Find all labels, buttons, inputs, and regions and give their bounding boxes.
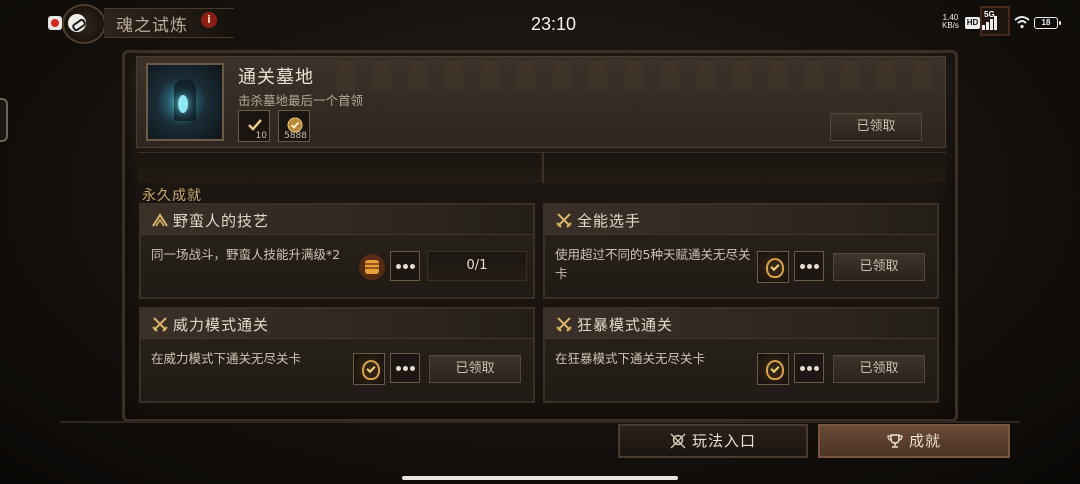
- claimed-button[interactable]: 已领取: [429, 355, 521, 383]
- status-bar: 魂之试炼 i 23:10 1.40 KB/s HD 5G 18: [0, 0, 1080, 48]
- window-title: 魂之试炼: [116, 16, 188, 36]
- header-claimed-button[interactable]: 已领取: [830, 113, 922, 141]
- card-header: 威力模式通关: [141, 309, 533, 339]
- card-title: 威力模式通关: [173, 316, 270, 334]
- card-description: 在威力模式下通关无尽关卡: [151, 351, 302, 366]
- achievement-card: 威力模式通关 在威力模式下通关无尽关卡 已领取: [139, 307, 535, 403]
- card-title: 野蛮人的技艺: [173, 212, 270, 230]
- side-drawer-handle[interactable]: [0, 98, 8, 142]
- more-options-button[interactable]: [794, 353, 824, 383]
- crossed-swords-icon: [152, 317, 168, 332]
- claimed-button[interactable]: 已领取: [833, 253, 925, 281]
- progress-counter: 0/1: [427, 251, 527, 281]
- more-options-button[interactable]: [390, 353, 420, 383]
- header-title: 通关墓地: [238, 67, 314, 88]
- barbarian-axes-icon: [152, 213, 168, 227]
- link-icon: [68, 14, 86, 32]
- more-options-button[interactable]: [794, 251, 824, 281]
- tomb-portrait-image: [146, 63, 224, 141]
- bottom-divider: [60, 421, 1020, 423]
- reward-slot[interactable]: 10: [238, 110, 270, 142]
- reward-count: 5888: [284, 131, 307, 141]
- card-title: 狂暴模式通关: [577, 316, 674, 334]
- card-title: 全能选手: [577, 212, 642, 230]
- hd-icon: HD: [965, 17, 980, 29]
- network-speed-unit: KB/s: [942, 21, 959, 30]
- crossed-swords-icon: [556, 213, 572, 228]
- screen-record-icon: [48, 16, 62, 30]
- card-description: 同一场战斗，野蛮人技能升满级*2: [151, 247, 341, 262]
- card-header: 狂暴模式通关: [545, 309, 937, 339]
- card-description: 在狂暴模式下通关无尽关卡: [555, 351, 706, 366]
- achievement-card: 野蛮人的技艺 同一场战斗，野蛮人技能升满级*2 0/1: [139, 203, 535, 299]
- section-label: 永久成就: [142, 188, 202, 204]
- header-description: 击杀墓地最后一个首领: [238, 93, 364, 108]
- tab-achievements[interactable]: 成就: [818, 424, 1010, 458]
- tab-gameplay-entry[interactable]: 玩法入口: [618, 424, 808, 458]
- fist-flame-icon[interactable]: [355, 251, 389, 283]
- reward-count: 10: [255, 131, 267, 141]
- skull-crossbones-icon: [670, 433, 686, 449]
- achievement-card: 狂暴模式通关 在狂暴模式下通关无尽关卡 已领取: [543, 307, 939, 403]
- network-type-label: 5G: [984, 10, 995, 19]
- battery-icon: 18: [1034, 17, 1061, 29]
- tab-label: 玩法入口: [691, 432, 756, 450]
- trophy-icon: [887, 434, 903, 448]
- wifi-icon: [1014, 16, 1030, 29]
- medal-icon[interactable]: [757, 353, 789, 385]
- achievement-card: 全能选手 使用超过不同的5种天赋通关无尽关卡 已领取: [543, 203, 939, 299]
- info-icon[interactable]: i: [201, 12, 217, 28]
- section-divider: [138, 152, 946, 183]
- card-header: 全能选手: [545, 205, 937, 235]
- home-indicator[interactable]: [402, 476, 678, 480]
- claimed-button[interactable]: 已领取: [833, 355, 925, 383]
- medal-icon[interactable]: [757, 251, 789, 283]
- crossed-swords-icon: [556, 317, 572, 332]
- more-options-button[interactable]: [390, 251, 420, 281]
- tab-label: 成就: [908, 432, 941, 450]
- reward-slot[interactable]: 5888: [278, 110, 310, 142]
- card-description: 使用超过不同的5种天赋通关无尽关卡: [555, 247, 751, 281]
- medal-icon[interactable]: [353, 353, 385, 385]
- card-header: 野蛮人的技艺: [141, 205, 533, 235]
- network-speed: 1.40 KB/s: [942, 14, 959, 30]
- clock: 23:10: [531, 14, 577, 34]
